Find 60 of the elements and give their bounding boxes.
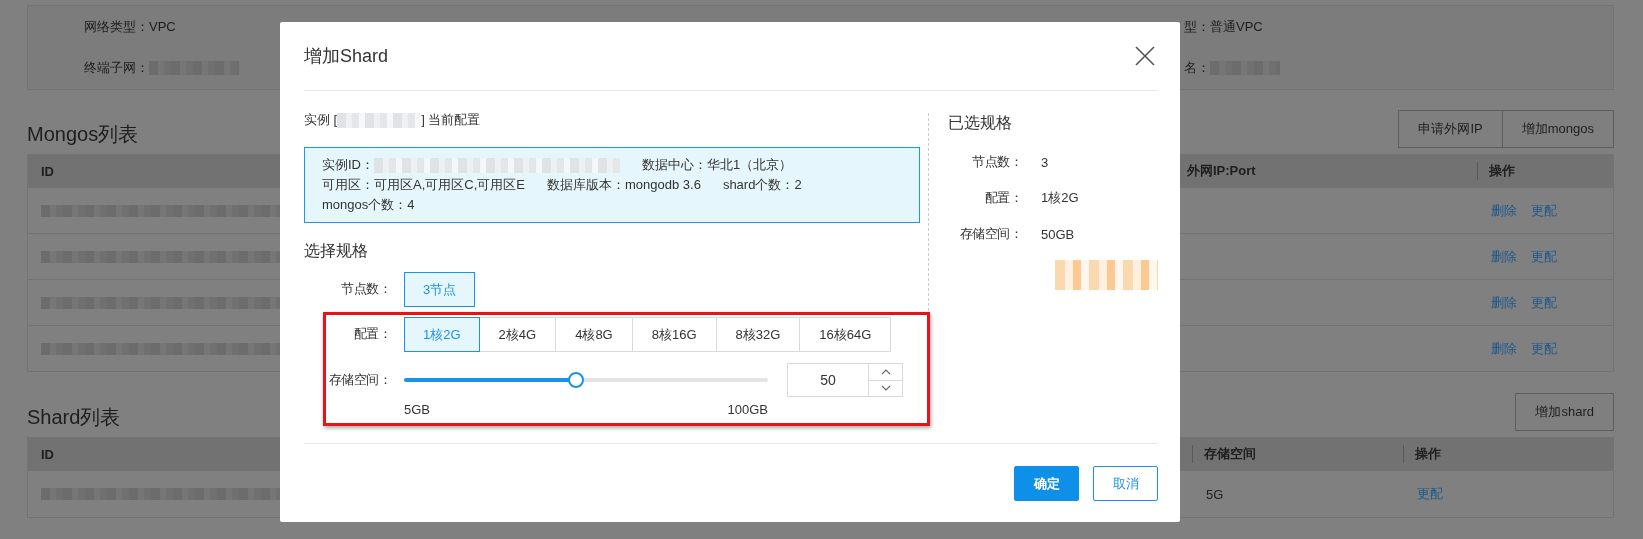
close-icon[interactable] — [1134, 45, 1156, 67]
column-header: 操作 — [1415, 445, 1441, 463]
field-label: 节点数： — [340, 281, 392, 298]
section-title: Mongos列表 — [27, 122, 139, 147]
section-title: Shard列表 — [27, 405, 121, 430]
info-text: 可用区：可用区A,可用区C,可用区E — [322, 176, 525, 194]
summary-value: 50GB — [1041, 226, 1075, 242]
option-button[interactable]: 2核4G — [478, 317, 557, 352]
column-header: 存储空间 — [1204, 445, 1256, 463]
confirm-button[interactable]: 确定 — [1014, 466, 1079, 501]
column-header: 操作 — [1489, 162, 1515, 180]
summary-value: 3 — [1041, 154, 1049, 170]
summary-label: 存储空间： — [958, 225, 1023, 243]
action-link[interactable]: 更配 — [1417, 485, 1443, 503]
field-label: 存储空间： — [327, 371, 392, 389]
info-text: shard个数：2 — [722, 176, 802, 194]
summary-label: 节点数： — [971, 153, 1023, 171]
scale-label: 100GB — [727, 402, 768, 417]
scale-label: 5GB — [404, 402, 430, 417]
action-link[interactable]: 更配 — [1531, 201, 1557, 220]
option-button[interactable]: 1核2G — [404, 317, 480, 352]
info-text: 名： — [1184, 59, 1210, 78]
info-text: 实例ID： — [322, 156, 374, 174]
info-text: 终端子网： — [84, 59, 149, 78]
dialog-title: 增加Shard — [304, 45, 389, 68]
column-header: ID — [41, 446, 54, 462]
action-link[interactable]: 更配 — [1531, 339, 1557, 358]
info-text: mongos个数：4 — [322, 196, 415, 214]
action-link[interactable]: 更配 — [1531, 293, 1557, 312]
info-text: 数据库版本：mongodb 3.6 — [546, 176, 701, 194]
field-label: 配置： — [352, 326, 392, 343]
column-header: ID — [41, 163, 54, 179]
info-text: 网络类型：VPC — [84, 17, 176, 36]
toolbar-button[interactable]: 申请外网IP — [1398, 110, 1503, 148]
action-link[interactable]: 删除 — [1491, 293, 1517, 312]
toolbar-button[interactable]: 增加shard — [1515, 393, 1614, 431]
option-button[interactable]: 8核16G — [631, 317, 717, 352]
number-input[interactable]: 50 — [787, 363, 869, 397]
instance-label: 实例 [ — [304, 111, 338, 129]
info-text: 数据中心：华北1（北京） — [642, 156, 793, 174]
slider-track[interactable] — [404, 372, 768, 388]
summary-value: 1核2G — [1041, 189, 1079, 207]
action-link[interactable]: 删除 — [1491, 247, 1517, 266]
table-cell-text: 5G — [1205, 486, 1225, 502]
column-header: 外网IP:Port — [1187, 162, 1256, 180]
info-text: 型：普通VPC — [1184, 17, 1263, 36]
action-link[interactable]: 删除 — [1491, 201, 1517, 220]
option-button[interactable]: 3节点 — [404, 272, 476, 307]
option-button[interactable]: 4核8G — [555, 317, 633, 352]
action-link[interactable]: 删除 — [1491, 339, 1517, 358]
option-button[interactable]: 16核64G — [799, 317, 892, 352]
summary-label: 配置： — [983, 189, 1023, 207]
instance-label: ] 当前配置 — [421, 111, 481, 129]
slider-thumb[interactable] — [568, 372, 585, 388]
option-button[interactable]: 8核32G — [715, 317, 801, 352]
section-title: 选择规格 — [304, 241, 369, 261]
cancel-button[interactable]: 取消 — [1093, 466, 1158, 501]
action-link[interactable]: 更配 — [1531, 247, 1557, 266]
summary-title: 已选规格 — [948, 113, 1013, 133]
toolbar-button[interactable]: 增加mongos — [1502, 110, 1614, 148]
